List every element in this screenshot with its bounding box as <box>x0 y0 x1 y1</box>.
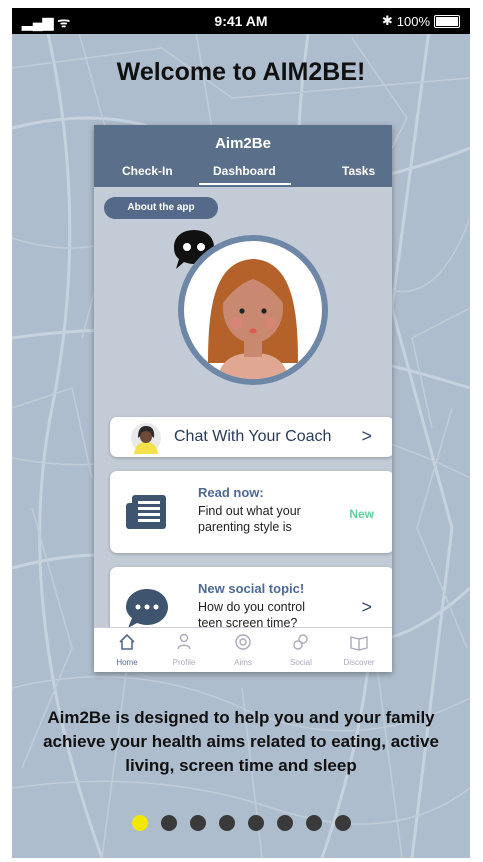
newspaper-icon <box>126 495 166 529</box>
target-icon <box>235 634 251 650</box>
nav-aims[interactable]: Aims <box>217 632 269 667</box>
new-badge: New <box>349 507 374 521</box>
bottom-nav: Home Profile Aims Social Discover <box>94 627 392 672</box>
active-tab-indicator <box>199 183 291 185</box>
onboarding-description: Aim2Be is designed to help you and your … <box>43 708 439 775</box>
coach-avatar <box>178 235 328 385</box>
app-title: Aim2Be <box>215 135 271 152</box>
nav-social[interactable]: Social <box>275 632 327 667</box>
read-now-card[interactable]: Read now: Find out what your parenting s… <box>110 471 392 553</box>
chevron-right-icon: > <box>361 597 372 617</box>
battery-percent: 100% <box>396 13 430 29</box>
nav-home[interactable]: Home <box>101 632 153 667</box>
nav-profile[interactable]: Profile <box>158 632 210 667</box>
nav-profile-label: Profile <box>172 658 196 667</box>
coach-avatar-small <box>131 423 161 454</box>
app-header: Aim2Be Check-In Dashboard Tasks <box>94 125 392 187</box>
chat-with-coach-label: Chat With Your Coach <box>174 428 332 445</box>
welcome-title: Welcome to AIM2BE! <box>116 58 366 86</box>
status-bar: ▂▄▆ ᯤ 9:41 AM ✱ 100% <box>12 8 470 34</box>
page-dot-8[interactable] <box>334 815 351 831</box>
nav-social-label: Social <box>290 658 312 667</box>
tab-tasks[interactable]: Tasks <box>342 164 375 178</box>
read-now-heading: Read now: <box>198 485 264 500</box>
social-topic-heading: New social topic! <box>198 581 305 596</box>
nav-discover-label: Discover <box>343 658 375 667</box>
chevron-right-icon: > <box>361 426 372 446</box>
tab-check-in[interactable]: Check-In <box>122 164 173 178</box>
social-icon <box>293 634 308 650</box>
nav-aims-label: Aims <box>234 658 252 667</box>
page-dot-4[interactable] <box>218 815 235 831</box>
read-now-body: Find out what your parenting style is <box>198 504 301 534</box>
page-dot-3[interactable] <box>189 815 206 831</box>
battery-status: ✱ 100% <box>382 13 460 29</box>
about-app-button[interactable]: About the app <box>104 197 218 219</box>
page-dot-7[interactable] <box>305 815 322 831</box>
app-preview: Aim2Be Check-In Dashboard Tasks About th… <box>94 125 392 672</box>
profile-icon <box>177 633 191 650</box>
chat-with-coach-card[interactable]: Chat With Your Coach > <box>110 417 392 457</box>
page-dot-2[interactable] <box>160 815 177 831</box>
book-icon <box>350 636 368 651</box>
tab-dashboard[interactable]: Dashboard <box>213 164 276 178</box>
speech-bubble-icon <box>126 589 168 628</box>
nav-discover[interactable]: Discover <box>333 632 385 667</box>
bluetooth-icon: ✱ <box>381 13 393 28</box>
nav-home-label: Home <box>116 658 138 667</box>
page-dot-5[interactable] <box>247 815 264 831</box>
page-dot-6[interactable] <box>276 815 293 831</box>
page-indicator <box>12 815 470 831</box>
battery-icon <box>434 14 460 28</box>
home-icon <box>119 633 135 650</box>
page-dot-1[interactable] <box>131 815 148 831</box>
onboarding-screen: ▂▄▆ ᯤ 9:41 AM ✱ 100% Welcome to AIM2BE! … <box>12 8 470 858</box>
